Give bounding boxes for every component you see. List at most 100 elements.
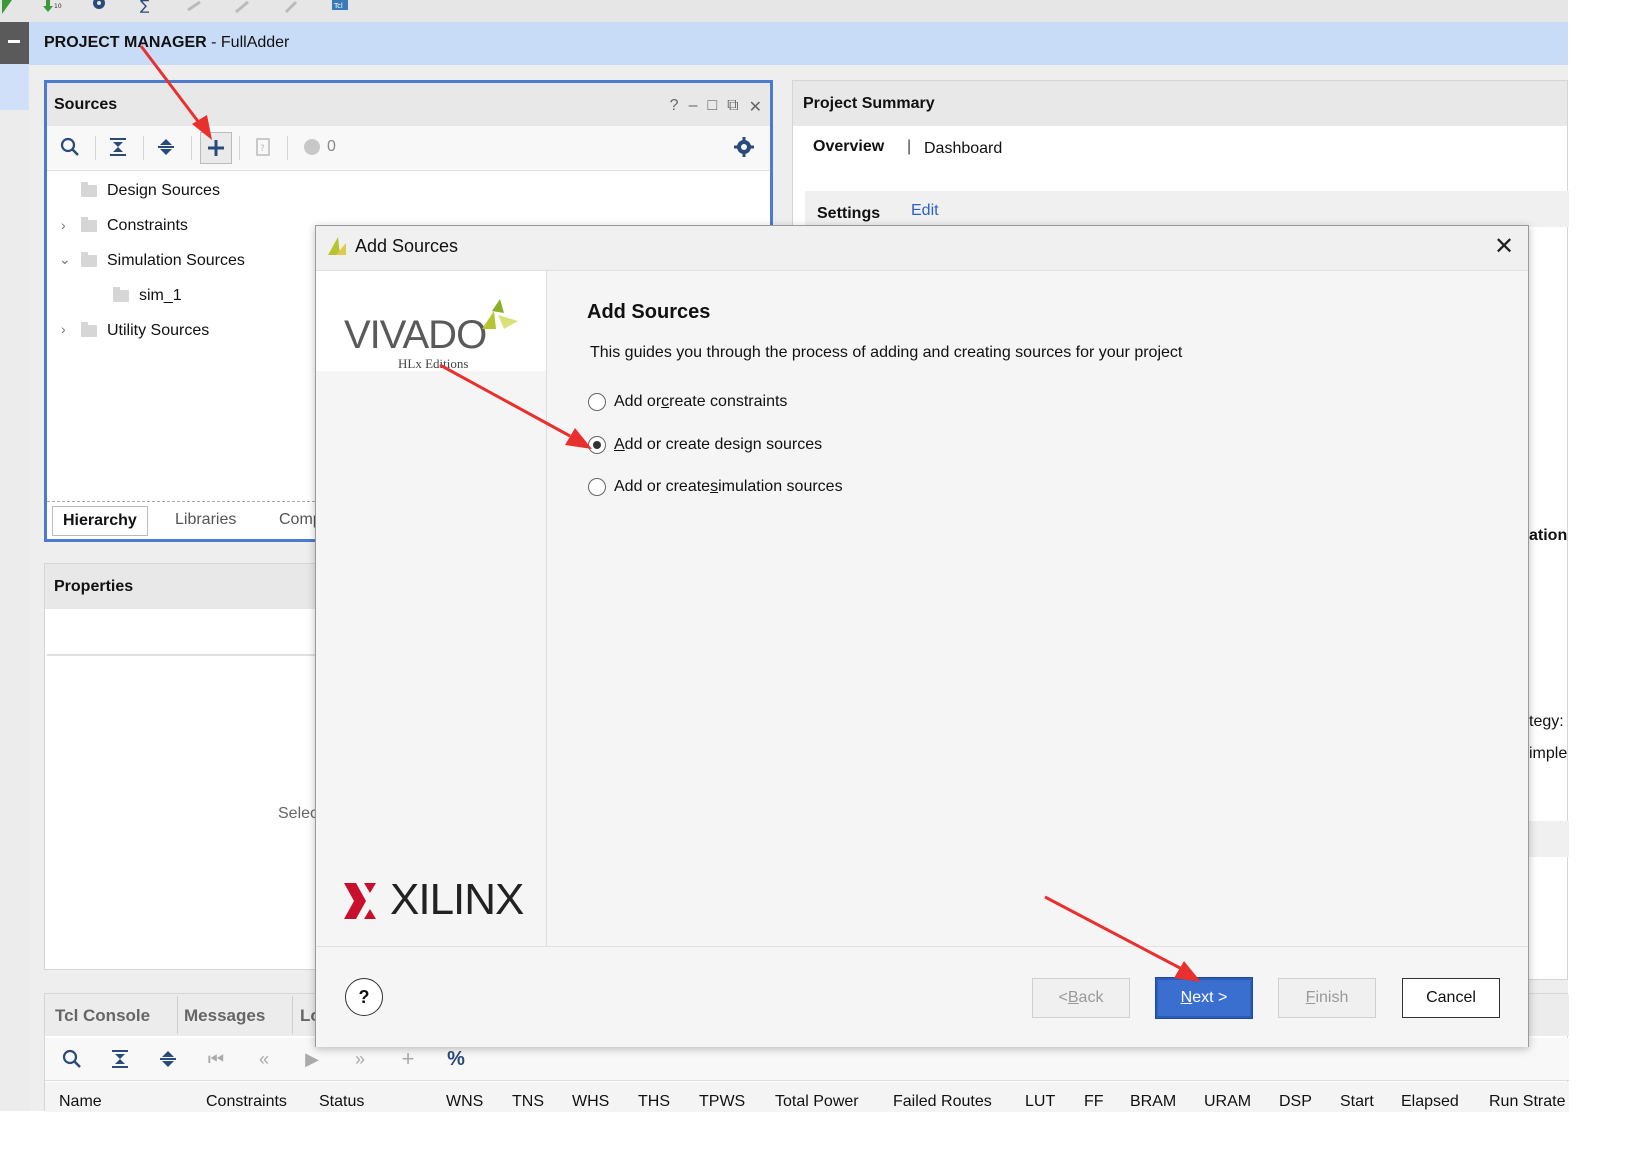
xilinx-logo: XILINX <box>390 875 524 924</box>
project-manager-header: PROJECT MANAGER - FullAdder <box>29 22 1568 65</box>
help-icon[interactable]: ? <box>670 97 679 117</box>
page-title: PROJECT MANAGER - FullAdder <box>44 34 290 51</box>
radio-constraints[interactable] <box>588 393 606 411</box>
source-count: 0 <box>327 138 336 155</box>
play-icon: ▶ <box>305 1048 319 1069</box>
svg-text:?: ? <box>260 144 265 154</box>
next-button[interactable]: Next > <box>1155 977 1253 1019</box>
collapse-all-icon[interactable] <box>105 1044 135 1074</box>
summary-title-bar: Project Summary <box>793 81 1567 126</box>
col-elapsed[interactable]: Elapsed <box>1401 1093 1459 1111</box>
tab-hierarchy[interactable]: Hierarchy <box>52 506 148 536</box>
svg-text:∑: ∑ <box>140 0 150 14</box>
col-total-power[interactable]: Total Power <box>775 1093 859 1111</box>
properties-panel: Properties Selec <box>44 563 318 970</box>
cancel-button[interactable]: Cancel <box>1402 978 1500 1018</box>
first-icon: ⏮ <box>207 1048 225 1069</box>
minimize-icon[interactable]: – <box>689 97 698 117</box>
col-whs[interactable]: WHS <box>572 1093 609 1111</box>
xilinx-logo-mark <box>344 883 378 924</box>
option-constraints[interactable]: Add or c reate constraints <box>588 393 787 411</box>
col-bram[interactable]: BRAM <box>1130 1093 1176 1111</box>
next-icon: » <box>354 1048 365 1069</box>
option-simulation-sources[interactable]: Add or create s imulation sources <box>588 478 843 496</box>
run-icon[interactable] <box>0 0 18 14</box>
svg-text:10: 10 <box>54 3 62 10</box>
col-wns[interactable]: WNS <box>446 1093 483 1111</box>
download-icon[interactable]: 10 <box>42 0 62 14</box>
tree-constraints[interactable]: Constraints <box>81 217 188 235</box>
settings-gear-icon[interactable] <box>729 132 759 162</box>
close-icon[interactable]: ✕ <box>749 97 762 117</box>
dialog-content: Add Sources This guides you through the … <box>547 271 1528 946</box>
col-dsp[interactable]: DSP <box>1279 1093 1312 1111</box>
properties-title-bar: Properties <box>45 564 315 609</box>
col-start[interactable]: Start <box>1340 1093 1374 1111</box>
col-run-strategy[interactable]: Run Strate <box>1489 1093 1565 1111</box>
summary-title: Project Summary <box>803 95 935 112</box>
col-tns[interactable]: TNS <box>512 1093 544 1111</box>
sigma-icon[interactable]: ∑ <box>138 0 156 14</box>
chevron-right-icon[interactable]: › <box>61 217 66 233</box>
folder-icon <box>113 287 129 302</box>
radio-simulation-sources[interactable] <box>588 478 606 496</box>
dialog-branding-pane: VIVADO HLx Editions XILINX <box>316 271 547 946</box>
tab-dashboard[interactable]: Dashboard <box>924 140 1002 158</box>
maximize-icon[interactable]: □ <box>707 97 717 117</box>
chevron-right-icon[interactable]: › <box>61 321 66 337</box>
folder-icon <box>81 322 97 337</box>
percent-icon[interactable]: % <box>441 1044 471 1074</box>
add-sources-icon[interactable] <box>200 132 232 164</box>
radio-design-sources[interactable] <box>588 436 606 454</box>
vivado-logo-mark <box>482 299 520 338</box>
chevron-down-icon[interactable]: ⌄ <box>59 251 71 268</box>
summary-partial-strategy: tegy: <box>1529 713 1564 730</box>
folder-icon <box>81 252 97 267</box>
back-button: < Back <box>1032 978 1130 1018</box>
expand-all-icon[interactable] <box>153 1044 183 1074</box>
tree-sim-1[interactable]: sim_1 <box>113 287 182 305</box>
tab-overview[interactable]: Overview <box>813 138 884 156</box>
properties-toolbar <box>47 609 315 656</box>
dialog-heading: Add Sources <box>587 301 711 323</box>
summary-partial-heading: ation <box>1529 527 1568 544</box>
option-design-sources[interactable]: Add or create design sources <box>588 436 822 454</box>
search-icon[interactable] <box>55 132 85 162</box>
dialog-title-bar: Add Sources ✕ <box>316 226 1528 271</box>
status-dot-icon <box>297 132 327 162</box>
tcl-icon[interactable]: Tcl <box>331 0 349 14</box>
svg-text:Tcl: Tcl <box>333 2 343 10</box>
col-name[interactable]: Name <box>59 1093 102 1111</box>
tab-messages[interactable]: Messages <box>184 1006 265 1026</box>
sources-toolbar: ? 0 <box>47 126 770 171</box>
help-button[interactable]: ? <box>345 978 383 1016</box>
expand-all-icon[interactable] <box>151 132 181 162</box>
tab-libraries[interactable]: Libraries <box>165 506 246 534</box>
previous-icon: « <box>258 1048 269 1069</box>
dialog-description: This guides you through the process of a… <box>590 344 1183 361</box>
col-lut[interactable]: LUT <box>1025 1093 1055 1111</box>
dialog-close-icon[interactable]: ✕ <box>1494 232 1514 261</box>
col-constraints[interactable]: Constraints <box>206 1093 287 1111</box>
col-tpws[interactable]: TPWS <box>699 1093 745 1111</box>
float-icon[interactable]: ⧉ <box>727 97 738 117</box>
col-ff[interactable]: FF <box>1084 1093 1104 1111</box>
tree-simulation-sources[interactable]: Simulation Sources <box>81 252 245 270</box>
pin-icon <box>282 0 300 14</box>
collapse-button[interactable] <box>0 22 29 64</box>
properties-title: Properties <box>54 578 134 595</box>
settings-label: Settings <box>817 205 881 222</box>
col-uram[interactable]: URAM <box>1204 1093 1251 1111</box>
folder-icon <box>81 182 97 197</box>
settings-edit-link[interactable]: Edit <box>911 202 939 220</box>
search-icon[interactable] <box>57 1044 87 1074</box>
col-status[interactable]: Status <box>319 1093 364 1111</box>
col-ths[interactable]: THS <box>638 1093 670 1111</box>
collapse-all-icon[interactable] <box>103 132 133 162</box>
gear-icon[interactable] <box>90 0 108 14</box>
tree-utility-sources[interactable]: Utility Sources <box>81 322 209 340</box>
tab-tcl-console[interactable]: Tcl Console <box>55 1006 150 1026</box>
col-failed-routes[interactable]: Failed Routes <box>893 1093 992 1111</box>
flow-nav-selected[interactable] <box>0 64 29 110</box>
tree-design-sources[interactable]: Design Sources <box>81 182 220 200</box>
